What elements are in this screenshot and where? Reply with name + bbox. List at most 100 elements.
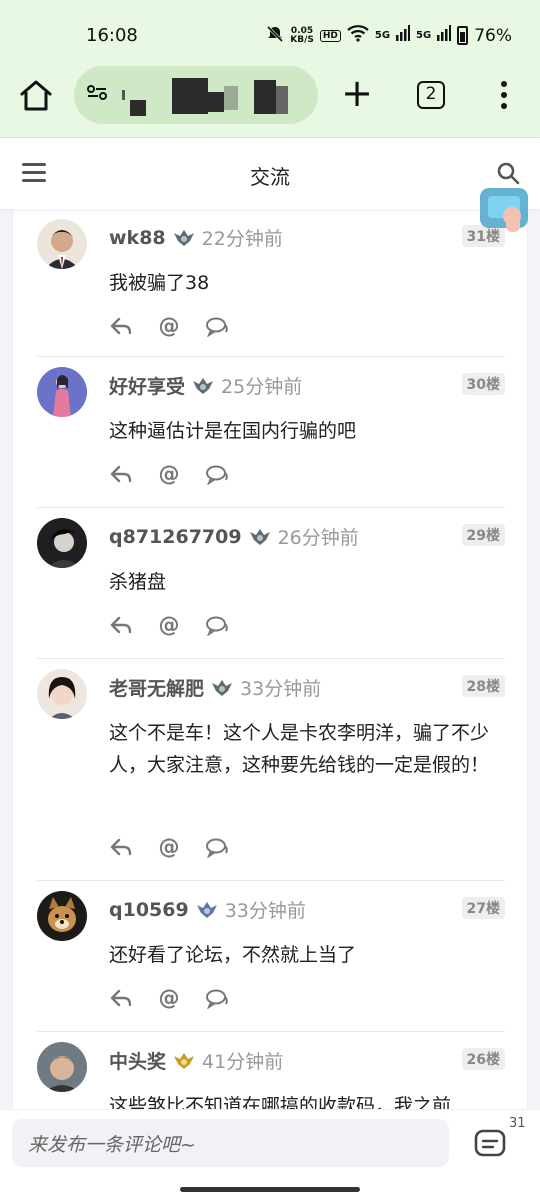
avatar[interactable] [37, 1042, 87, 1092]
comment-actions: @ [109, 463, 229, 485]
redacted-url [254, 80, 276, 114]
more-vertical-icon [501, 103, 507, 109]
comment-meta: q10569 33分钟前 [109, 896, 306, 923]
site-info-icon[interactable] [86, 84, 108, 106]
home-button[interactable] [16, 76, 56, 116]
post-time: 41分钟前 [202, 1051, 284, 1073]
avatar[interactable] [37, 367, 87, 417]
at-icon[interactable]: @ [157, 315, 181, 337]
search-button[interactable] [496, 161, 520, 185]
signal-bars-icon [437, 25, 452, 46]
tab-count: 2 [425, 84, 437, 104]
avatar[interactable] [37, 891, 87, 941]
post-time: 33分钟前 [240, 678, 322, 700]
touch-assist-icon [480, 188, 528, 232]
browser-toolbar: + 2 [0, 66, 540, 126]
post-time: 26分钟前 [277, 527, 359, 549]
floor-badge: 28楼 [461, 675, 505, 697]
comments-button[interactable] [473, 1127, 507, 1161]
comment-meta: wk88 22分钟前 [109, 224, 283, 251]
comment-actions: @ [109, 987, 229, 1009]
rank-badge-icon [173, 229, 194, 246]
comment-meta: 好好享受 25分钟前 [109, 372, 302, 399]
floor-badge: 30楼 [461, 373, 505, 395]
username[interactable]: q10569 [109, 899, 189, 921]
username[interactable]: q871267709 [109, 526, 242, 548]
floating-assist-button[interactable] [478, 186, 530, 234]
signal2-label: 5G [416, 30, 432, 41]
page-margin-left [0, 209, 12, 1109]
page-header: 交流 [0, 139, 540, 209]
comment-bubbles-icon[interactable] [205, 614, 229, 636]
comment-item: wk88 22分钟前 31楼 我被骗了38 @ [37, 209, 505, 357]
comment-input[interactable]: 来发布一条评论吧~ [12, 1119, 449, 1167]
tabs-button[interactable]: 2 [417, 81, 445, 109]
signal-bars-icon [396, 25, 411, 46]
at-icon[interactable]: @ [157, 463, 181, 485]
username[interactable]: 好好享受 [109, 372, 185, 399]
mute-bell-icon [266, 25, 284, 47]
more-vertical-icon [501, 92, 507, 98]
comment-text: 这个不是车！这个人是卡农李明洋，骗了不少人，大家注意，这种要先给钱的一定是假的！ [109, 722, 490, 776]
redacted-url [122, 90, 125, 100]
home-icon [20, 80, 52, 111]
comment-item: 好好享受 25分钟前 30楼 这种逼估计是在国内行骗的吧 @ [37, 357, 505, 508]
comment-list-icon [474, 1129, 506, 1157]
redacted-url [208, 92, 224, 112]
comment-text: 这些煞比不知道在哪搞的收款码，我之前 [109, 1095, 452, 1109]
comment-actions: @ [109, 614, 229, 636]
page-margin-right [528, 209, 540, 1109]
at-icon[interactable]: @ [157, 836, 181, 858]
signal-5g-2: 5G [416, 30, 431, 41]
status-icons: 0.05 KB/S HD 5G 5G 76% [266, 24, 512, 47]
home-indicator[interactable] [180, 1187, 360, 1192]
at-icon[interactable]: @ [157, 614, 181, 636]
username[interactable]: wk88 [109, 227, 166, 249]
comment-bar: 来发布一条评论吧~ 31 [0, 1109, 540, 1200]
reply-icon[interactable] [109, 987, 133, 1009]
comment-text: 还好看了论坛，不然就上当了 [109, 944, 357, 966]
comment-bubbles-icon[interactable] [205, 987, 229, 1009]
rank-badge-icon [249, 528, 270, 545]
avatar[interactable] [37, 219, 87, 269]
avatar[interactable] [37, 518, 87, 568]
comment-meta: 老哥无解肥 33分钟前 [109, 674, 321, 701]
comment-actions: @ [109, 836, 229, 858]
browser-chrome: 16:08 0.05 KB/S HD 5G 5G 76% + 2 [0, 0, 540, 138]
redacted-url [224, 86, 238, 110]
more-menu-button[interactable] [494, 78, 514, 112]
username[interactable]: 老哥无解肥 [109, 674, 204, 701]
reply-icon[interactable] [109, 614, 133, 636]
net-speed-unit: KB/S [290, 34, 314, 45]
new-tab-button[interactable]: + [340, 74, 374, 112]
status-bar: 16:08 0.05 KB/S HD 5G 5G 76% [0, 0, 540, 70]
floor-badge: 27楼 [461, 897, 505, 919]
comment-text: 这种逼估计是在国内行骗的吧 [109, 420, 357, 442]
reply-icon[interactable] [109, 463, 133, 485]
reply-icon[interactable] [109, 315, 133, 337]
wifi-icon [347, 24, 369, 47]
comment-item: 老哥无解肥 33分钟前 28楼 这个不是车！这个人是卡农李明洋，骗了不少人，大家… [37, 659, 505, 881]
signal-5g-1: 5G [375, 30, 390, 41]
battery-icon [457, 26, 469, 45]
comment-bubbles-icon[interactable] [205, 836, 229, 858]
comment-bubbles-icon[interactable] [205, 315, 229, 337]
redacted-url [172, 78, 208, 114]
rank-badge-icon [196, 901, 217, 918]
more-vertical-icon [501, 81, 507, 87]
comment-list[interactable]: wk88 22分钟前 31楼 我被骗了38 @ 好好享受 25分钟前 30楼 这… [12, 209, 528, 1109]
comment-item: q871267709 26分钟前 29楼 杀猪盘 @ [37, 508, 505, 659]
floor-badge: 26楼 [461, 1048, 505, 1070]
comment-bubbles-icon[interactable] [205, 463, 229, 485]
comment-meta: 中头奖 41分钟前 [109, 1047, 283, 1074]
address-bar[interactable] [74, 66, 318, 124]
net-speed: 0.05 KB/S [290, 26, 314, 45]
username[interactable]: 中头奖 [109, 1047, 166, 1074]
page-title: 交流 [250, 165, 290, 189]
redacted-url [276, 86, 288, 114]
reply-icon[interactable] [109, 836, 133, 858]
comment-actions: @ [109, 315, 229, 337]
at-icon[interactable]: @ [157, 987, 181, 1009]
battery-percent: 76% [474, 25, 512, 46]
avatar[interactable] [37, 669, 87, 719]
